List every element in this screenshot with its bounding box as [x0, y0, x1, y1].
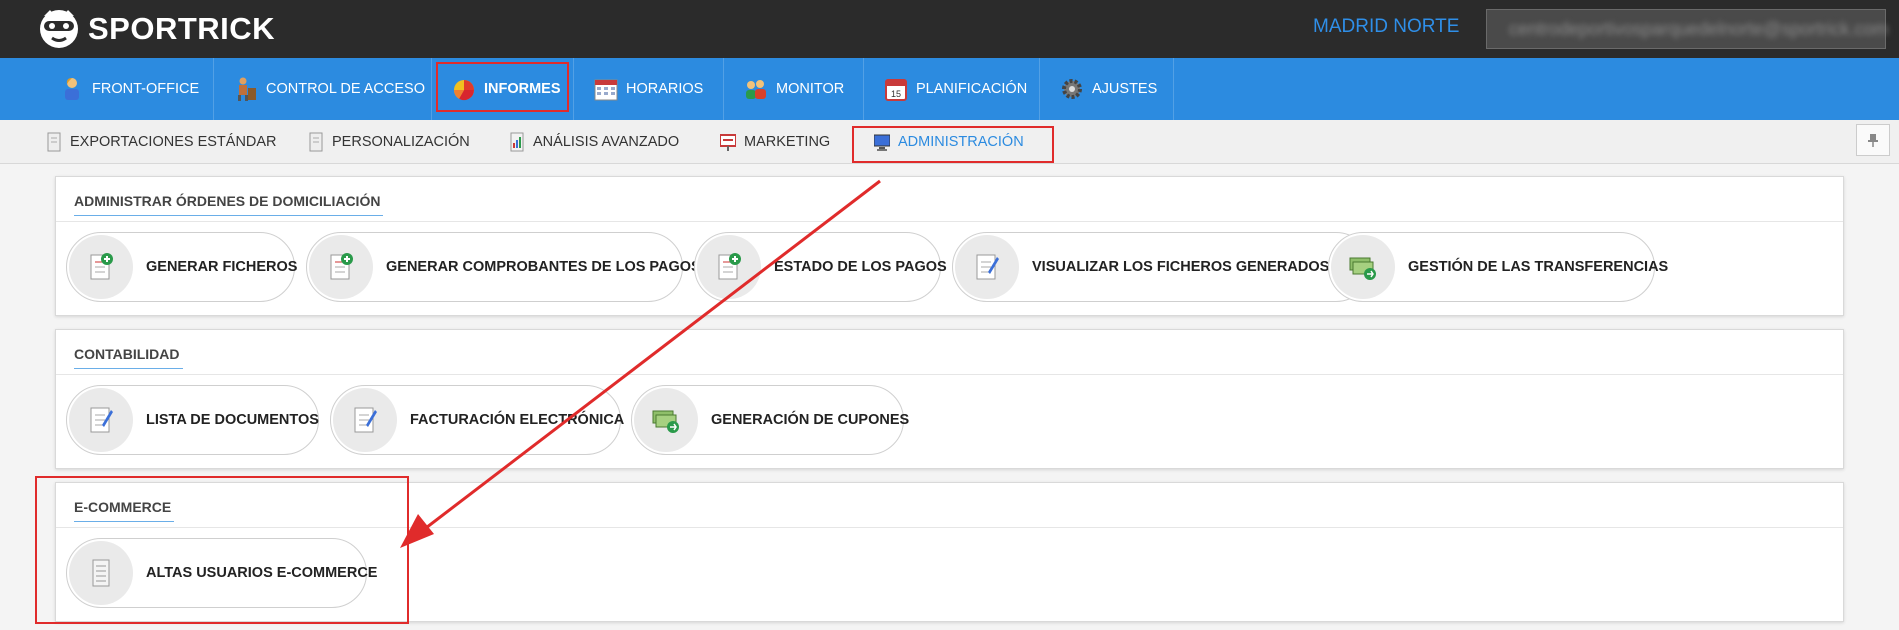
main-nav-control-de-acceso[interactable]: CONTROL DE ACCESO	[214, 58, 432, 120]
main-nav-monitor[interactable]: MONITOR	[724, 58, 864, 120]
pin-icon	[1868, 134, 1878, 147]
section-header: ADMINISTRAR ÓRDENES DE DOMICILIACIÓN	[56, 177, 1843, 222]
button-label: LISTA DE DOCUMENTOS	[146, 412, 319, 428]
gestion-transferencias-button[interactable]: GESTIÓN DE LAS TRANSFERENCIAS	[1328, 232, 1668, 302]
sub-nav-exportaciones-estandar[interactable]: EXPORTACIONES ESTÁNDAR	[46, 120, 277, 163]
document-icon	[309, 132, 323, 151]
file-add-icon	[330, 253, 353, 280]
sub-nav-label: ANÁLISIS AVANZADO	[533, 133, 680, 150]
sub-nav-label: MARKETING	[744, 133, 831, 150]
lista-de-documentos-button[interactable]: LISTA DE DOCUMENTOS	[66, 385, 319, 455]
section-title: ADMINISTRAR ÓRDENES DE DOMICILIACIÓN	[74, 193, 384, 216]
sub-nav-marketing[interactable]: MARKETING	[720, 120, 830, 163]
presentation-icon	[720, 133, 736, 151]
main-nav-front-office[interactable]: FRONT-OFFICE	[40, 58, 214, 120]
highlight-administracion	[852, 126, 1054, 163]
pin-button[interactable]	[1856, 124, 1890, 156]
sub-nav-analisis-avanzado[interactable]: ANÁLISIS AVANZADO	[509, 120, 679, 163]
file-add-icon	[718, 253, 741, 280]
main-nav-planificacion[interactable]: 15 PLANIFICACIÓN	[864, 58, 1040, 120]
highlight-ecommerce	[35, 476, 409, 624]
button-label: FACTURACIÓN ELECTRÓNICA	[410, 412, 625, 428]
brand-logo[interactable]: SPORTRICK	[36, 5, 275, 53]
sub-nav-label: EXPORTACIONES ESTÁNDAR	[70, 133, 277, 150]
section-domiciliacion: ADMINISTRAR ÓRDENES DE DOMICILIACIÓN GEN…	[55, 176, 1844, 316]
main-nav-label: CONTROL DE ACCESO	[266, 81, 425, 97]
generacion-de-cupones-button[interactable]: GENERACIÓN DE CUPONES	[631, 385, 909, 455]
person-icon	[65, 78, 79, 100]
center-name-link[interactable]: MADRID NORTE	[1313, 16, 1459, 38]
main-nav-label: PLANIFICACIÓN	[916, 81, 1028, 97]
turnstile-person-icon	[238, 77, 256, 101]
section-contabilidad: CONTABILIDAD LISTA DE DOCUMENTOS FACTURA…	[55, 329, 1844, 469]
money-transfer-icon	[652, 410, 679, 433]
main-nav-label: FRONT-OFFICE	[92, 81, 200, 97]
button-label: GENERACIÓN DE CUPONES	[711, 412, 910, 428]
generar-ficheros-button[interactable]: GENERAR FICHEROS	[66, 232, 298, 302]
generar-comprobantes-button[interactable]: GENERAR COMPROBANTES DE LOS PAGOS	[306, 232, 701, 302]
highlight-informes	[436, 62, 569, 112]
main-nav-label: AJUSTES	[1092, 81, 1158, 97]
gear-icon	[1062, 79, 1082, 99]
top-bar: SPORTRICK MADRID NORTE centrodeportivosp…	[0, 0, 1899, 58]
sub-nav-label: PERSONALIZACIÓN	[332, 133, 470, 150]
section-header: CONTABILIDAD	[56, 330, 1843, 375]
file-edit-icon	[90, 407, 113, 433]
main-nav-horarios[interactable]: HORARIOS	[574, 58, 724, 120]
main-nav: FRONT-OFFICE CONTROL DE ACCESO INFORMES …	[0, 58, 1899, 120]
goggles-face-logo-icon	[40, 10, 78, 48]
report-icon	[510, 132, 524, 151]
user-account-field[interactable]: centrodeportivosparquedelnorte@sportrick…	[1486, 9, 1889, 49]
section-title: CONTABILIDAD	[74, 346, 183, 369]
calendar-15-icon: 15	[885, 79, 907, 101]
document-icon	[47, 132, 61, 151]
button-label: ESTADO DE LOS PAGOS	[774, 259, 947, 275]
button-label: VISUALIZAR LOS FICHEROS GENERADOS	[1032, 259, 1330, 275]
people-group-icon	[746, 80, 766, 99]
main-nav-ajustes[interactable]: AJUSTES	[1040, 58, 1174, 120]
sub-nav-personalizacion[interactable]: PERSONALIZACIÓN	[308, 120, 470, 163]
main-nav-label: MONITOR	[776, 81, 845, 97]
file-edit-icon	[976, 254, 999, 280]
main-nav-label: HORARIOS	[626, 81, 704, 97]
money-transfer-icon	[1349, 257, 1376, 280]
svg-text:15: 15	[891, 89, 901, 99]
button-label: GESTIÓN DE LAS TRANSFERENCIAS	[1408, 259, 1669, 275]
calendar-grid-icon	[594, 79, 618, 101]
button-label: GENERAR COMPROBANTES DE LOS PAGOS	[386, 259, 701, 275]
button-label: GENERAR FICHEROS	[146, 259, 298, 275]
visualizar-ficheros-button[interactable]: VISUALIZAR LOS FICHEROS GENERADOS	[952, 232, 1371, 302]
brand-name: SPORTRICK	[88, 11, 276, 46]
file-add-icon	[90, 253, 113, 280]
estado-de-los-pagos-button[interactable]: ESTADO DE LOS PAGOS	[694, 232, 947, 302]
facturacion-electronica-button[interactable]: FACTURACIÓN ELECTRÓNICA	[330, 385, 625, 455]
user-email: centrodeportivosparquedelnorte@sportrick…	[1509, 18, 1889, 39]
file-edit-icon	[354, 407, 377, 433]
